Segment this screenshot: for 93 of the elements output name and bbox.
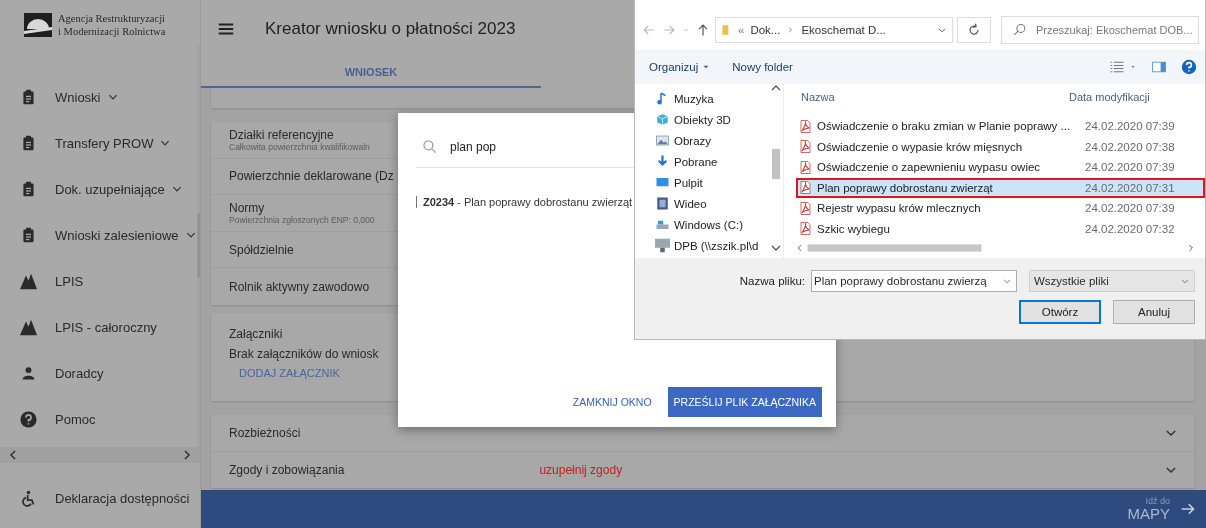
pdf-file-icon xyxy=(798,221,813,237)
go-hint: Idź do xyxy=(1144,497,1170,506)
pdf-file-icon xyxy=(798,159,813,175)
status-text: uzupełnij zgody xyxy=(539,462,623,477)
nav-item[interactable]: Doradcy xyxy=(0,350,197,396)
clipboard-icon xyxy=(20,134,37,152)
breadcrumb-item[interactable]: Dok... xyxy=(750,24,781,36)
file-date: 24.02.2020 07:32 xyxy=(1085,222,1175,235)
logo-text: Agencja Restrukturyzacji xyxy=(58,12,166,25)
breadcrumb-overflow[interactable]: « xyxy=(738,24,745,36)
cancel-button[interactable]: Anuluj xyxy=(1113,300,1195,324)
mountains-icon xyxy=(20,318,37,336)
file-name: Plan poprawy dobrostanu zwierząt xyxy=(817,181,994,194)
accessibility-icon xyxy=(20,489,37,507)
preview-pane-icon[interactable] xyxy=(1151,59,1167,75)
file-row[interactable]: Plan poprawy dobrostanu zwierząt 24.02.2020 07:31 xyxy=(796,177,1205,198)
row-title: Powierzchnie deklarowane (Dz xyxy=(229,169,394,184)
pdf-file-icon xyxy=(798,200,813,216)
arrow-left-icon[interactable] xyxy=(8,449,18,461)
folder-item[interactable]: Muzyka xyxy=(655,88,769,109)
refresh-icon[interactable] xyxy=(957,17,991,43)
nav-item[interactable]: LPIS - całoroczny xyxy=(0,304,197,350)
logo-text: i Modernizacji Rolnictwa xyxy=(58,25,166,38)
folder-item[interactable]: Wideo xyxy=(655,193,769,214)
logo-icon xyxy=(24,13,52,37)
close-button[interactable]: ZAMKNIJ OKNO xyxy=(566,387,658,417)
list-view-icon[interactable] xyxy=(1109,59,1125,75)
row-title: Rolnik aktywny zawodowo xyxy=(229,279,370,294)
folder-item[interactable]: Obiekty 3D xyxy=(655,109,769,130)
file-name-field[interactable]: Plan poprawy dobrostanu zwierzą xyxy=(811,270,1017,292)
search-field[interactable]: Przeszukaj: Ekoschemat DOB... xyxy=(1001,16,1199,44)
section-title: Załączniki xyxy=(229,326,284,341)
file-date: 24.02.2020 07:39 xyxy=(1085,120,1175,133)
row-title: Zgody i zobowiązania xyxy=(229,462,345,477)
cube-icon xyxy=(655,112,670,127)
folder-item[interactable]: Windows (C:) xyxy=(655,214,769,235)
row-title: Rozbieżności xyxy=(229,425,301,440)
download-arrow-icon xyxy=(655,154,670,169)
nav-item[interactable]: Wnioski xyxy=(0,74,197,120)
search-icon xyxy=(422,139,438,155)
mountains-icon xyxy=(20,272,37,290)
help-icon xyxy=(20,410,37,428)
row-title: Działki referencyjne xyxy=(229,127,335,142)
network-drive-icon xyxy=(655,238,670,253)
column-header[interactable]: Data modyfikacji xyxy=(1069,91,1150,103)
file-name: Rejestr wypasu krów mlecznych xyxy=(817,202,982,215)
file-date: 24.02.2020 07:39 xyxy=(1085,202,1175,215)
row-subtitle: Powierzchnia zgłoszonych ENP: 0,000 xyxy=(229,215,375,225)
row-title: Normy xyxy=(229,201,266,215)
row-title: Spółdzielnie xyxy=(229,242,294,257)
person-icon xyxy=(20,364,37,382)
nav-item[interactable]: Wnioski zalesieniowe xyxy=(0,212,197,258)
clipboard-icon xyxy=(20,88,37,106)
result-option[interactable]: Z0234 - Plan poprawy dobrostanu zwierząt xyxy=(416,196,633,208)
nav-item[interactable]: Pomoc xyxy=(0,396,197,442)
arrow-right-icon[interactable] xyxy=(182,449,192,461)
clipboard-icon xyxy=(20,226,37,244)
file-date: 24.02.2020 07:31 xyxy=(1085,181,1175,194)
open-button[interactable]: Otwórz xyxy=(1019,300,1101,324)
pdf-file-icon xyxy=(798,118,813,134)
page-title: Kreator wniosku o płatności 2023 xyxy=(265,19,516,39)
arrow-right-icon[interactable] xyxy=(1180,501,1196,517)
pdf-file-icon xyxy=(798,139,813,155)
help-icon[interactable] xyxy=(1181,59,1197,75)
folder-item[interactable]: Obrazy xyxy=(655,130,769,151)
file-type-dropdown[interactable]: Wszystkie pliki xyxy=(1029,270,1195,292)
toolbar-button[interactable]: Organizuj xyxy=(645,59,715,75)
toolbar-button[interactable]: Nowy folder xyxy=(728,59,797,75)
pdf-file-icon xyxy=(798,180,813,196)
file-row[interactable]: Szkic wybiegu 24.02.2020 07:32 xyxy=(796,218,1205,239)
column-header[interactable]: Nazwa xyxy=(796,91,1069,103)
file-name: Szkic wybiegu xyxy=(817,222,891,235)
caret-icon xyxy=(702,63,711,71)
upload-button[interactable]: PRZEŚLIJ PLIK ZAŁĄCZNIKA xyxy=(667,387,822,417)
go-label[interactable]: MAPY xyxy=(1127,506,1170,521)
file-date: 24.02.2020 07:39 xyxy=(1085,161,1175,174)
row-subtitle: Całkowita powierzchnia kwalifikowaln xyxy=(229,141,370,152)
file-date: 24.02.2020 07:38 xyxy=(1085,140,1175,153)
nav-item[interactable]: LPIS xyxy=(0,258,197,304)
file-row[interactable]: Rejestr wypasu krów mlecznych 24.02.2020 07:39 xyxy=(796,198,1205,219)
folder-item[interactable]: Pulpit xyxy=(655,172,769,193)
nav-item[interactable]: Transfery PROW xyxy=(0,120,197,166)
nav-item[interactable]: Dok. uzupełniające xyxy=(0,166,197,212)
info-text: Brak załączników do wniosk xyxy=(229,346,380,361)
field-label: Nazwa pliku: xyxy=(739,275,805,287)
nav-item[interactable]: Deklaracja dostępności xyxy=(0,468,200,528)
picture-icon xyxy=(655,133,670,148)
search-icon xyxy=(1012,22,1028,38)
clipboard-icon xyxy=(20,180,37,198)
breadcrumb-item[interactable]: Ekoschemat D... xyxy=(801,24,886,36)
folder-item[interactable]: DPB (\\zszik.pl\d xyxy=(655,235,769,256)
film-icon xyxy=(655,196,670,211)
address-bar[interactable]: « Dok... Ekoschemat D... xyxy=(715,17,953,43)
